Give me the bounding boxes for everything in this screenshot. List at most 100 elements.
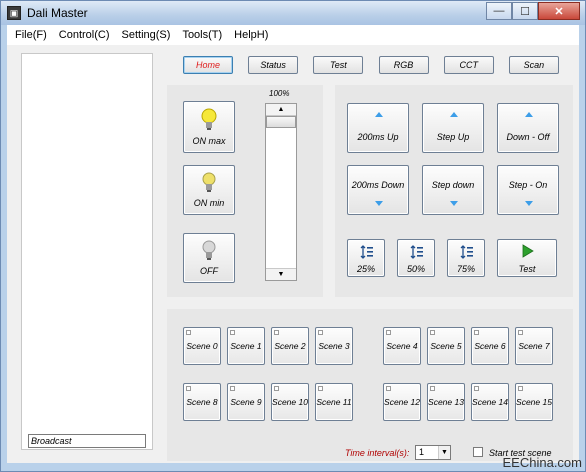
scene-11-button[interactable]: Scene 11 — [315, 383, 353, 421]
step-down-label: Step down — [431, 180, 475, 190]
scene-label: Scene 10 — [272, 397, 308, 407]
scene-4-button[interactable]: Scene 4 — [383, 327, 421, 365]
step-on-label: Step - On — [508, 180, 548, 190]
title-bar[interactable]: ▣ Dali Master — ☐ ✕ — [1, 1, 585, 25]
tab-scan[interactable]: Scan — [508, 56, 559, 74]
tab-cct[interactable]: CCT — [443, 56, 494, 74]
maximize-button[interactable]: ☐ — [512, 2, 538, 20]
slider-up-arrow-icon[interactable]: ▲ — [266, 104, 296, 116]
scene-label: Scene 13 — [428, 397, 464, 407]
200ms-up-button[interactable]: 200ms Up — [347, 103, 409, 153]
scene-label: Scene 0 — [186, 341, 218, 351]
off-button[interactable]: OFF — [183, 233, 235, 283]
time-interval-label: Time interval(s): — [345, 448, 410, 458]
scene-label: Scene 12 — [384, 397, 420, 407]
level-25-label: 25% — [356, 264, 375, 274]
scene-label: Scene 2 — [274, 341, 306, 351]
chevron-down-icon[interactable]: ▼ — [438, 446, 450, 459]
200ms-down-label: 200ms Down — [351, 180, 405, 190]
on-min-label: ON min — [193, 198, 225, 208]
scene-5-button[interactable]: Scene 5 — [427, 327, 465, 365]
scene-2-button[interactable]: Scene 2 — [271, 327, 309, 365]
tab-bar: Home Status Test RGB CCT Scan — [169, 53, 573, 77]
slider-down-arrow-icon[interactable]: ▼ — [266, 268, 296, 280]
bulb-on-icon — [201, 108, 217, 130]
start-test-checkbox[interactable] — [473, 447, 483, 457]
menu-help[interactable]: HelpH) — [234, 29, 268, 41]
arrow-up-icon — [375, 112, 383, 117]
scene-15-button[interactable]: Scene 15 — [515, 383, 553, 421]
scene-8-button[interactable]: Scene 8 — [183, 383, 221, 421]
bulb-dim-icon — [202, 172, 216, 192]
tab-home[interactable]: Home — [183, 56, 233, 74]
arrow-up-icon — [450, 112, 458, 117]
test-button[interactable]: Test — [497, 239, 557, 277]
scene-label: Scene 15 — [516, 397, 552, 407]
level-25-button[interactable]: 25% — [347, 239, 385, 277]
app-icon: ▣ — [7, 6, 21, 20]
step-on-button[interactable]: Step - On — [497, 165, 559, 215]
scene-7-button[interactable]: Scene 7 — [515, 327, 553, 365]
scene-10-button[interactable]: Scene 10 — [271, 383, 309, 421]
step-up-button[interactable]: Step Up — [422, 103, 484, 153]
scene-6-button[interactable]: Scene 6 — [471, 327, 509, 365]
scene-label: Scene 4 — [386, 341, 418, 351]
device-list[interactable]: Broadcast — [21, 53, 153, 450]
level-slider[interactable]: ▲ ▼ — [265, 103, 297, 281]
level-percent-label: 100% — [269, 89, 290, 98]
scene-9-button[interactable]: Scene 9 — [227, 383, 265, 421]
tab-status[interactable]: Status — [248, 56, 299, 74]
close-button[interactable]: ✕ — [538, 2, 580, 20]
menu-control[interactable]: Control(C) — [59, 29, 110, 41]
level-50-label: 50% — [406, 264, 425, 274]
on-max-button[interactable]: ON max — [183, 101, 235, 153]
scene-label: Scene 5 — [430, 341, 462, 351]
test-label: Test — [518, 264, 536, 274]
client-area: Broadcast Home Status Test RGB CCT Scan … — [7, 45, 579, 463]
scene-label: Scene 14 — [472, 397, 508, 407]
menu-setting[interactable]: Setting(S) — [122, 29, 171, 41]
time-interval-select[interactable]: 1 ▼ — [415, 445, 451, 460]
scene-label: Scene 11 — [316, 397, 352, 407]
menu-file[interactable]: File(F) — [15, 29, 47, 41]
level-50-button[interactable]: 50% — [397, 239, 435, 277]
arrow-down-icon — [525, 201, 533, 206]
step-down-button[interactable]: Step down — [422, 165, 484, 215]
scene-label: Scene 9 — [230, 397, 262, 407]
level-list-icon — [460, 245, 473, 259]
menu-tools[interactable]: Tools(T) — [182, 29, 222, 41]
scene-12-button[interactable]: Scene 12 — [383, 383, 421, 421]
off-label: OFF — [200, 266, 218, 276]
200ms-down-button[interactable]: 200ms Down — [347, 165, 409, 215]
200ms-up-label: 200ms Up — [357, 132, 399, 142]
scene-label: Scene 1 — [230, 341, 262, 351]
minimize-button[interactable]: — — [486, 2, 512, 20]
scene-13-button[interactable]: Scene 13 — [427, 383, 465, 421]
tab-rgb[interactable]: RGB — [378, 56, 429, 74]
level-list-icon — [410, 245, 423, 259]
broadcast-field[interactable]: Broadcast — [28, 434, 146, 448]
down-off-button[interactable]: Down - Off — [497, 103, 559, 153]
on-min-button[interactable]: ON min — [183, 165, 235, 215]
arrow-up-icon — [525, 112, 533, 117]
arrow-down-icon — [375, 201, 383, 206]
play-icon — [522, 244, 534, 258]
scene-14-button[interactable]: Scene 14 — [471, 383, 509, 421]
level-list-icon — [360, 245, 373, 259]
down-off-label: Down - Off — [506, 132, 550, 142]
scene-0-button[interactable]: Scene 0 — [183, 327, 221, 365]
watermark: EEChina.com — [502, 455, 582, 470]
tab-test[interactable]: Test — [313, 56, 364, 74]
level-75-button[interactable]: 75% — [447, 239, 485, 277]
scene-label: Scene 7 — [518, 341, 550, 351]
bulb-off-icon — [202, 240, 216, 260]
slider-thumb[interactable] — [266, 116, 296, 128]
arrow-down-icon — [450, 201, 458, 206]
app-window: ▣ Dali Master — ☐ ✕ File(F) Control(C) S… — [0, 0, 586, 472]
scene-1-button[interactable]: Scene 1 — [227, 327, 265, 365]
time-interval-value: 1 — [419, 447, 425, 457]
scene-3-button[interactable]: Scene 3 — [315, 327, 353, 365]
step-up-label: Step Up — [436, 132, 470, 142]
scene-panel: Scene 0 Scene 1 Scene 2 Scene 3 Scene 4 … — [167, 309, 573, 461]
scene-label: Scene 8 — [186, 397, 218, 407]
